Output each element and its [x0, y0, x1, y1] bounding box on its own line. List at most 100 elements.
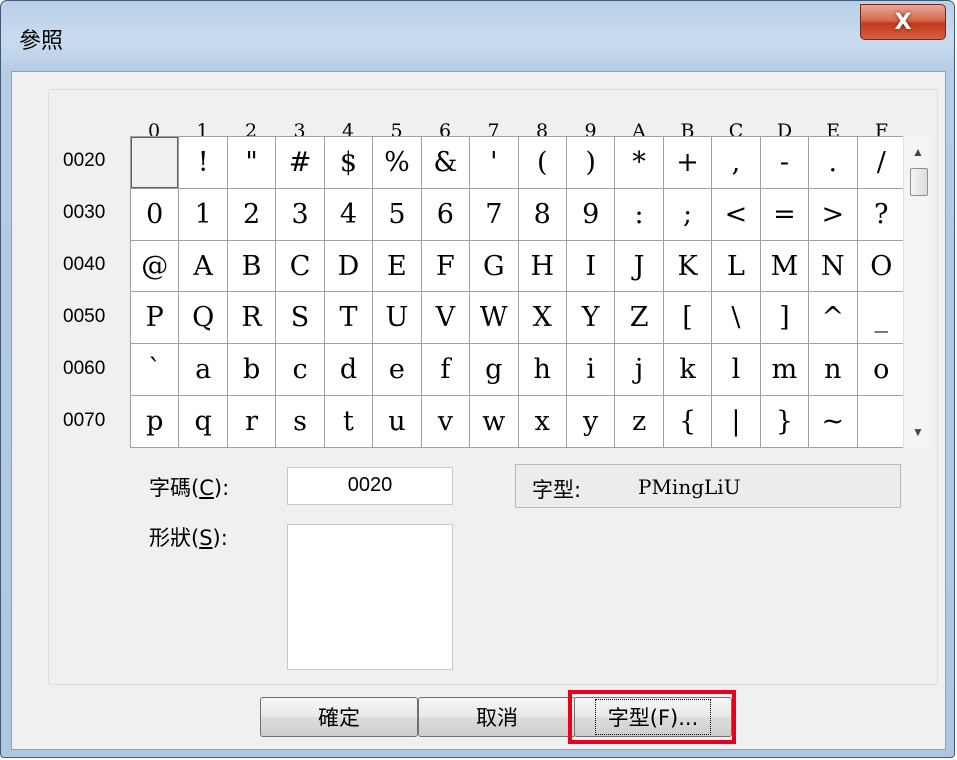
char-cell[interactable]: " [227, 137, 276, 188]
char-cell[interactable]: q [179, 396, 227, 447]
char-cell[interactable]: [ [663, 292, 712, 344]
char-cell[interactable]: 1 [179, 188, 227, 240]
title-bar[interactable]: 參照 X [1, 1, 954, 71]
char-cell[interactable]: s [276, 396, 324, 447]
char-cell[interactable]: ! [179, 137, 227, 188]
char-cell[interactable]: 4 [324, 188, 373, 240]
char-cell[interactable]: K [663, 240, 712, 292]
char-cell[interactable]: = [760, 188, 809, 240]
char-cell[interactable]: O [857, 240, 905, 292]
char-cell[interactable]: - [760, 137, 809, 188]
char-cell[interactable]: Z [615, 292, 663, 344]
grid-scrollbar[interactable]: ▲ ▼ [903, 136, 932, 448]
char-cell[interactable]: b [227, 344, 276, 396]
char-cell[interactable]: B [227, 240, 276, 292]
font-button[interactable]: 字型(F)... [574, 697, 732, 737]
char-cell[interactable]: ; [663, 188, 712, 240]
char-cell[interactable]: h [518, 344, 566, 396]
char-cell[interactable]: p [131, 396, 179, 447]
char-cell[interactable]: ^ [809, 292, 857, 344]
char-cell[interactable]: t [324, 396, 373, 447]
close-button[interactable]: X [860, 4, 946, 40]
char-cell[interactable]: x [518, 396, 566, 447]
char-cell[interactable]: z [615, 396, 663, 447]
char-cell[interactable]: G [470, 240, 518, 292]
char-cell[interactable]: E [373, 240, 421, 292]
char-cell[interactable]: L [712, 240, 760, 292]
char-cell[interactable]: R [227, 292, 276, 344]
char-cell[interactable]: e [373, 344, 421, 396]
char-cell[interactable]: @ [131, 240, 179, 292]
char-cell[interactable]: T [324, 292, 373, 344]
char-cell[interactable]: l [712, 344, 760, 396]
char-cell[interactable]: 7 [470, 188, 518, 240]
char-cell[interactable]: \ [712, 292, 760, 344]
char-cell[interactable]: I [566, 240, 615, 292]
char-cell[interactable]: $ [324, 137, 373, 188]
char-cell[interactable]: H [518, 240, 566, 292]
char-cell[interactable]: d [324, 344, 373, 396]
char-cell[interactable]: i [566, 344, 615, 396]
char-cell[interactable]: U [373, 292, 421, 344]
char-cell[interactable]: , [712, 137, 760, 188]
scroll-thumb[interactable] [910, 168, 928, 196]
char-cell[interactable]: + [663, 137, 712, 188]
char-cell[interactable]: Q [179, 292, 227, 344]
char-cell[interactable]: ? [857, 188, 905, 240]
char-cell[interactable]: _ [857, 292, 905, 344]
char-cell[interactable] [857, 396, 905, 447]
char-cell[interactable]: r [227, 396, 276, 447]
char-cell[interactable]: X [518, 292, 566, 344]
char-cell[interactable]: ~ [809, 396, 857, 447]
char-cell[interactable]: 2 [227, 188, 276, 240]
char-cell[interactable]: # [276, 137, 324, 188]
char-cell[interactable]: M [760, 240, 809, 292]
char-cell[interactable]: * [615, 137, 663, 188]
char-cell[interactable]: D [324, 240, 373, 292]
char-cell[interactable]: 9 [566, 188, 615, 240]
char-cell[interactable]: ' [470, 137, 518, 188]
char-cell[interactable]: C [276, 240, 324, 292]
char-cell[interactable]: 8 [518, 188, 566, 240]
char-cell[interactable]: u [373, 396, 421, 447]
char-cell[interactable]: j [615, 344, 663, 396]
char-cell[interactable]: 3 [276, 188, 324, 240]
char-cell[interactable]: ` [131, 344, 179, 396]
char-cell[interactable]: a [179, 344, 227, 396]
char-cell[interactable]: ) [566, 137, 615, 188]
char-cell[interactable]: f [421, 344, 470, 396]
char-cell[interactable]: c [276, 344, 324, 396]
char-cell[interactable]: g [470, 344, 518, 396]
char-cell[interactable]: S [276, 292, 324, 344]
char-cell[interactable]: y [566, 396, 615, 447]
char-cell[interactable]: F [421, 240, 470, 292]
char-cell[interactable]: 6 [421, 188, 470, 240]
char-cell[interactable]: m [760, 344, 809, 396]
char-cell[interactable]: } [760, 396, 809, 447]
char-cell[interactable]: > [809, 188, 857, 240]
char-cell[interactable]: % [373, 137, 421, 188]
ok-button[interactable]: 確定 [260, 697, 418, 737]
char-cell[interactable]: V [421, 292, 470, 344]
char-cell[interactable]: 5 [373, 188, 421, 240]
char-cell[interactable]: : [615, 188, 663, 240]
char-cell[interactable]: N [809, 240, 857, 292]
char-cell[interactable]: A [179, 240, 227, 292]
char-cell[interactable]: o [857, 344, 905, 396]
char-cell[interactable]: P [131, 292, 179, 344]
char-cell[interactable]: . [809, 137, 857, 188]
char-cell[interactable]: w [470, 396, 518, 447]
char-cell[interactable]: W [470, 292, 518, 344]
char-cell[interactable]: n [809, 344, 857, 396]
char-cell[interactable]: | [712, 396, 760, 447]
scroll-up-icon[interactable]: ▲ [904, 138, 932, 166]
char-cell[interactable]: 0 [131, 188, 179, 240]
char-cell[interactable]: v [421, 396, 470, 447]
cancel-button[interactable]: 取消 [418, 697, 576, 737]
scroll-down-icon[interactable]: ▼ [904, 418, 932, 446]
char-cell[interactable]: Y [566, 292, 615, 344]
char-cell[interactable]: < [712, 188, 760, 240]
char-cell[interactable]: ( [518, 137, 566, 188]
char-cell[interactable] [131, 137, 179, 188]
char-cell[interactable]: k [663, 344, 712, 396]
